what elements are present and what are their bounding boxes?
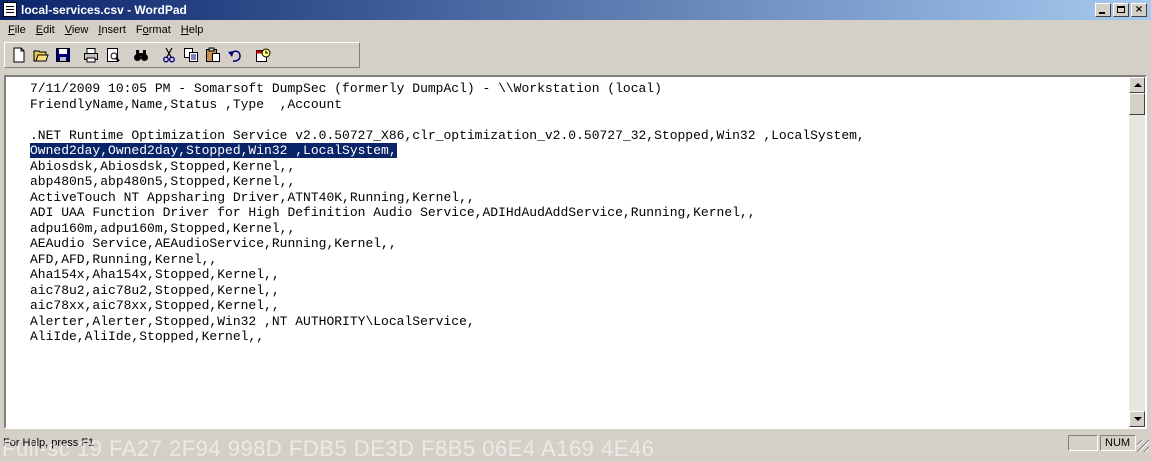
menu-mnemonic: H [180, 24, 189, 36]
line-text: adpu160m,adpu160m,Stopped,Kernel,, [30, 220, 296, 236]
line-text: FriendlyName,Name,Status ,Type ,Account [30, 96, 343, 112]
menu-view[interactable]: View [61, 21, 95, 39]
minimize-button[interactable] [1095, 3, 1111, 17]
menu-mnemonic: V [64, 24, 72, 36]
line-text: Alerter,Alerter,Stopped,Win32 ,NT AUTHOR… [30, 313, 475, 329]
copy-icon [184, 48, 198, 62]
print-button[interactable] [81, 45, 101, 65]
document-icon[interactable] [3, 2, 17, 17]
vertical-scrollbar[interactable] [1129, 77, 1145, 427]
text-line[interactable]: Abiosdsk,Abiosdsk,Stopped,Kernel,, [30, 159, 1127, 175]
line-text: abp480n5,abp480n5,Stopped,Kernel,, [30, 174, 296, 189]
menu-file[interactable]: File [4, 21, 32, 39]
scroll-up-button[interactable] [1129, 77, 1145, 93]
floppy-disk-icon [56, 48, 70, 62]
insert-datetime-button[interactable] [253, 45, 273, 65]
undo-button[interactable] [225, 45, 245, 65]
line-text: aic78xx,aic78xx,Stopped,Kernel,, [30, 298, 280, 313]
maximize-button[interactable] [1113, 3, 1129, 17]
document-editor[interactable]: 7/11/2009 10:05 PM - Somarsoft DumpSec (… [4, 75, 1147, 429]
paste-button[interactable] [203, 45, 223, 65]
cut-button[interactable] [159, 45, 179, 65]
text-line[interactable]: Alerter,Alerter,Stopped,Win32 ,NT AUTHOR… [30, 314, 1127, 330]
resize-grip[interactable] [1137, 440, 1149, 452]
copy-button[interactable] [181, 45, 201, 65]
text-line[interactable]: abp480n5,abp480n5,Stopped,Kernel,, [30, 174, 1127, 190]
text-line[interactable]: Aha154x,Aha154x,Stopped,Kernel,, [30, 267, 1127, 283]
text-line[interactable]: aic78xx,aic78xx,Stopped,Kernel,, [30, 298, 1127, 314]
line-text: AliIde,AliIde,Stopped,Kernel,, [30, 329, 265, 344]
text-line[interactable]: aic78u2,aic78u2,Stopped,Kernel,, [30, 283, 1127, 299]
find-button[interactable] [131, 45, 151, 65]
undo-icon [228, 50, 241, 62]
open-button[interactable] [31, 45, 51, 65]
text-line[interactable]: FriendlyName,Name,Status ,Type ,Account [30, 97, 1127, 113]
text-line[interactable]: AFD,AFD,Running,Kernel,, [30, 252, 1127, 268]
menu-edit[interactable]: Edit [32, 21, 61, 39]
window-title: local-services.csv - WordPad [21, 3, 187, 17]
toolbar [4, 42, 360, 68]
menu-label: rmat [148, 24, 171, 36]
menu-bar: File Edit View Insert Format Help [0, 21, 1151, 39]
line-text: aic78u2,aic78u2,Stopped,Kernel,, [30, 282, 280, 298]
line-text: .NET Runtime Optimization Service v2.0.5… [30, 127, 865, 143]
text-line[interactable]: 7/11/2009 10:05 PM - Somarsoft DumpSec (… [30, 81, 1127, 97]
line-text: Owned2day,Owned2day,Stopped,Win32 ,Local… [30, 143, 397, 158]
menu-help[interactable]: Help [177, 21, 210, 39]
binoculars-icon [134, 50, 148, 61]
menu-insert[interactable]: Insert [94, 21, 132, 39]
open-folder-icon [33, 50, 49, 62]
text-line[interactable]: AEAudio Service,AEAudioService,Running,K… [30, 236, 1127, 252]
selected-text-line[interactable]: Owned2day,Owned2day,Stopped,Win32 ,Local… [30, 143, 1127, 159]
print-preview-button[interactable] [103, 45, 123, 65]
paste-icon [206, 47, 220, 62]
new-document-icon [13, 47, 25, 63]
text-line[interactable]: ADI UAA Function Driver for High Definit… [30, 205, 1127, 221]
status-panel-empty [1068, 435, 1098, 451]
num-lock-indicator: NUM [1100, 435, 1136, 451]
new-button[interactable] [9, 45, 29, 65]
line-text: 7/11/2009 10:05 PM - Somarsoft DumpSec (… [30, 81, 662, 96]
date-time-icon [256, 48, 271, 62]
title-bar[interactable]: local-services.csv - WordPad × [0, 0, 1151, 20]
menu-label: dit [43, 24, 55, 36]
menu-label: iew [71, 24, 89, 36]
line-text: AFD,AFD,Running,Kernel,, [30, 251, 218, 267]
line-text: Abiosdsk,Abiosdsk,Stopped,Kernel,, [30, 158, 296, 174]
text-line[interactable]: ActiveTouch NT Appsharing Driver,ATNT40K… [30, 190, 1127, 206]
menu-mnemonic: E [35, 24, 44, 36]
text-line[interactable]: AliIde,AliIde,Stopped,Kernel,, [30, 329, 1127, 345]
menu-label: F [135, 24, 143, 36]
status-bar: For Help, press F1 NUM [0, 432, 1151, 454]
document-text[interactable]: 7/11/2009 10:05 PM - Somarsoft DumpSec (… [6, 77, 1127, 427]
line-text: Aha154x,Aha154x,Stopped,Kernel,, [30, 267, 280, 282]
printer-icon [84, 48, 98, 63]
close-button[interactable]: × [1131, 3, 1147, 17]
menu-format[interactable]: Format [132, 21, 177, 39]
scissors-icon [163, 47, 175, 63]
save-button[interactable] [53, 45, 73, 65]
line-text [30, 112, 38, 127]
scroll-thumb[interactable] [1129, 93, 1145, 115]
line-text: AEAudio Service,AEAudioService,Running,K… [30, 236, 397, 251]
menu-mnemonic: F [8, 24, 15, 36]
text-line[interactable]: adpu160m,adpu160m,Stopped,Kernel,, [30, 221, 1127, 237]
status-help-text: For Help, press F1 [3, 437, 95, 449]
menu-label: nsert [101, 24, 126, 36]
line-text: ADI UAA Function Driver for High Definit… [30, 205, 756, 220]
text-line[interactable] [30, 112, 1127, 128]
menu-label: ile [14, 24, 26, 36]
print-preview-icon [107, 48, 120, 62]
scroll-down-button[interactable] [1129, 411, 1145, 427]
line-text: ActiveTouch NT Appsharing Driver,ATNT40K… [30, 189, 475, 205]
text-line[interactable]: .NET Runtime Optimization Service v2.0.5… [30, 128, 1127, 144]
wordpad-window: local-services.csv - WordPad × File Edit… [0, 0, 1151, 461]
menu-label: elp [188, 24, 204, 36]
